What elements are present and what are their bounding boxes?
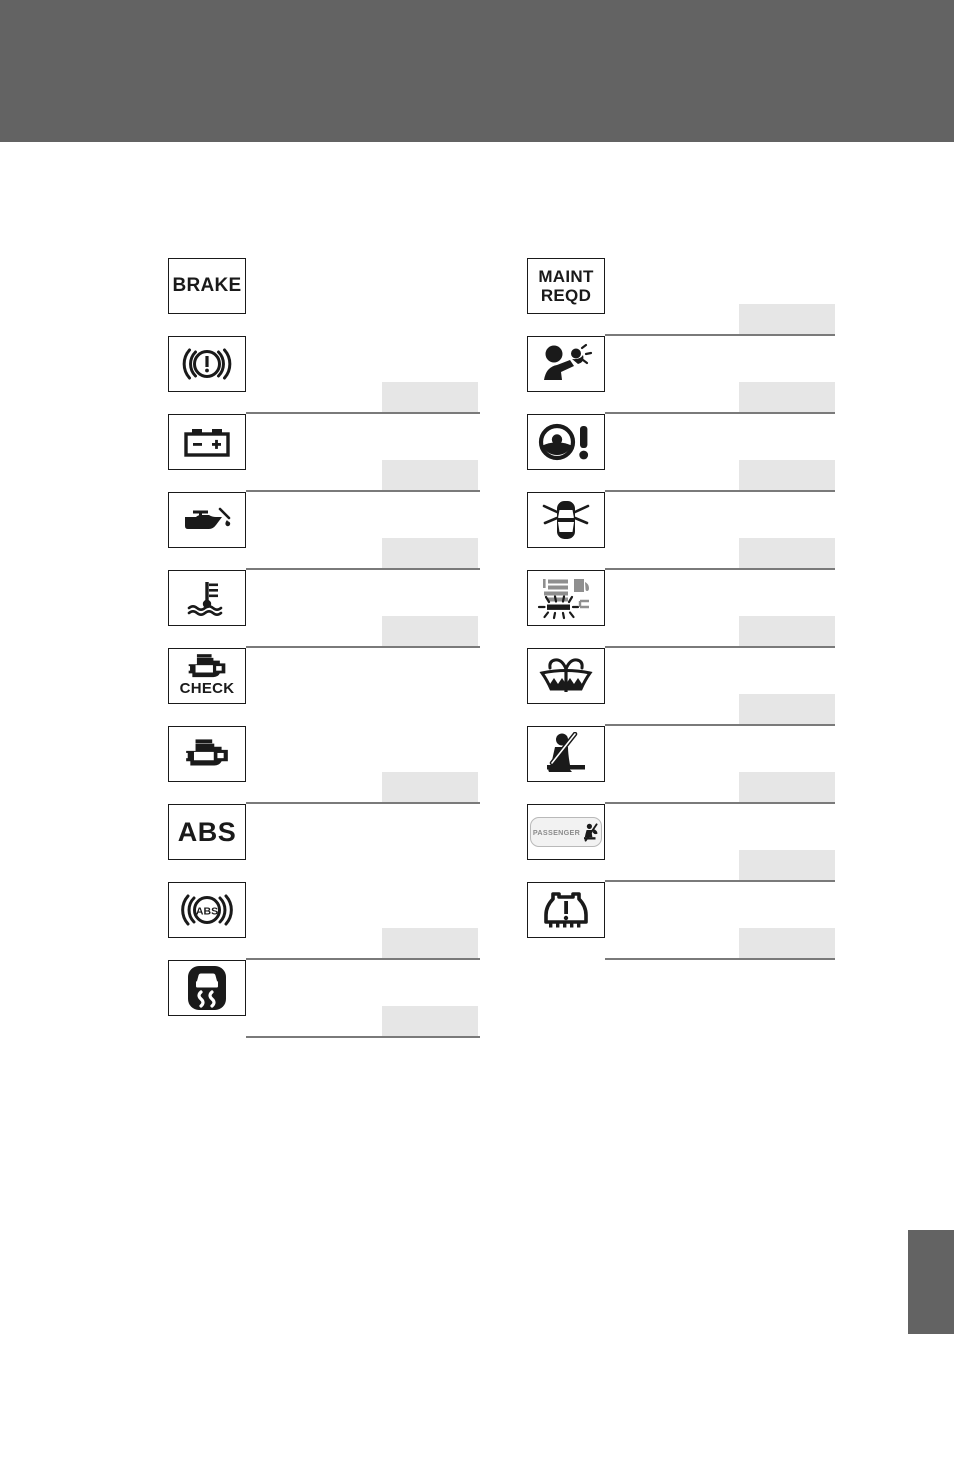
low-fuel-level-warning-icon: [527, 570, 605, 626]
redacted-text-block: [739, 850, 835, 881]
warning-row-passenger-airbag: PASSENGER: [527, 804, 837, 882]
warning-row-brake-system: [168, 336, 480, 414]
warning-row-malfunction-indicator: [168, 726, 480, 804]
warning-row-power-steering: [527, 414, 837, 492]
warning-row-abs-text: ABS: [168, 804, 480, 882]
brake-text-indicator-icon: BRAKE: [168, 258, 246, 314]
redacted-text-block: [739, 928, 835, 959]
battery-charge-warning-icon: [168, 414, 246, 470]
warning-row-low-fuel: [527, 570, 837, 648]
electric-power-steering-warning-icon: [527, 414, 605, 470]
redacted-text-block: [739, 772, 835, 803]
warning-row-tire-pressure: [527, 882, 837, 960]
redacted-text-block: [382, 1006, 478, 1037]
redacted-text-block: [739, 304, 835, 335]
redacted-text-block: [382, 382, 478, 413]
warning-row-abs-warning: ABS: [168, 882, 480, 960]
redacted-text-block: [382, 772, 478, 803]
redacted-text-block: [382, 616, 478, 647]
warning-row-coolant-temperature: [168, 570, 480, 648]
warning-row-skid-control: [168, 960, 480, 1038]
redacted-text-block: [739, 538, 835, 569]
seat-belt-reminder-icon: [527, 726, 605, 782]
warning-row-maint-reqd: MAINT REQD: [527, 258, 837, 336]
warning-row-oil-pressure: [168, 492, 480, 570]
redacted-text-block: [739, 616, 835, 647]
malfunction-indicator-lamp-icon: [168, 726, 246, 782]
warning-lights-right-column: MAINT REQD PASSENGER: [527, 258, 837, 960]
abs-text-indicator-icon: ABS: [168, 804, 246, 860]
redacted-text-block: [382, 928, 478, 959]
warning-row-battery: [168, 414, 480, 492]
abs-label: ABS: [177, 816, 237, 847]
brake-system-warning-icon: [168, 336, 246, 392]
redacted-text-block: [382, 460, 478, 491]
redacted-text-block: [739, 694, 835, 725]
warning-row-washer-fluid: [527, 648, 837, 726]
maintenance-required-text-indicator-icon: MAINT REQD: [527, 258, 605, 314]
warning-row-door-ajar: [527, 492, 837, 570]
warning-row-srs-airbag: [527, 336, 837, 414]
washer-fluid-level-warning-icon: [527, 648, 605, 704]
skid-control-slip-indicator-icon: [168, 960, 246, 1016]
tire-pressure-warning-icon: [527, 882, 605, 938]
warning-lights-table: BRAKE CHECK ABS ABS MAINT REQD PASSENGER: [0, 0, 954, 1475]
warning-lights-left-column: BRAKE CHECK ABS ABS: [168, 258, 480, 1038]
warning-row-seat-belt: [527, 726, 837, 804]
redacted-text-block: [739, 460, 835, 491]
abs-warning-icon: ABS: [168, 882, 246, 938]
row-rule: [605, 958, 835, 960]
maint-reqd-label: MAINT REQD: [538, 266, 594, 305]
brake-label: BRAKE: [172, 275, 242, 297]
redacted-text-block: [382, 538, 478, 569]
passenger-airbag-off-indicator-icon: PASSENGER: [527, 804, 605, 860]
check-engine-label: CHECK: [179, 680, 235, 698]
warning-row-brake: BRAKE: [168, 258, 480, 336]
section-edge-tab: [908, 1230, 954, 1334]
redacted-text-block: [739, 382, 835, 413]
passenger-airbag-label: PASSENGER: [532, 827, 581, 837]
row-rule: [246, 1036, 480, 1038]
low-oil-pressure-warning-icon: [168, 492, 246, 548]
door-ajar-warning-icon: [527, 492, 605, 548]
warning-row-check-engine-text: CHECK: [168, 648, 480, 726]
check-engine-text-indicator-icon: CHECK: [168, 648, 246, 704]
engine-coolant-temperature-warning-icon: [168, 570, 246, 626]
srs-airbag-warning-icon: [527, 336, 605, 392]
svg-text:ABS: ABS: [196, 906, 218, 918]
